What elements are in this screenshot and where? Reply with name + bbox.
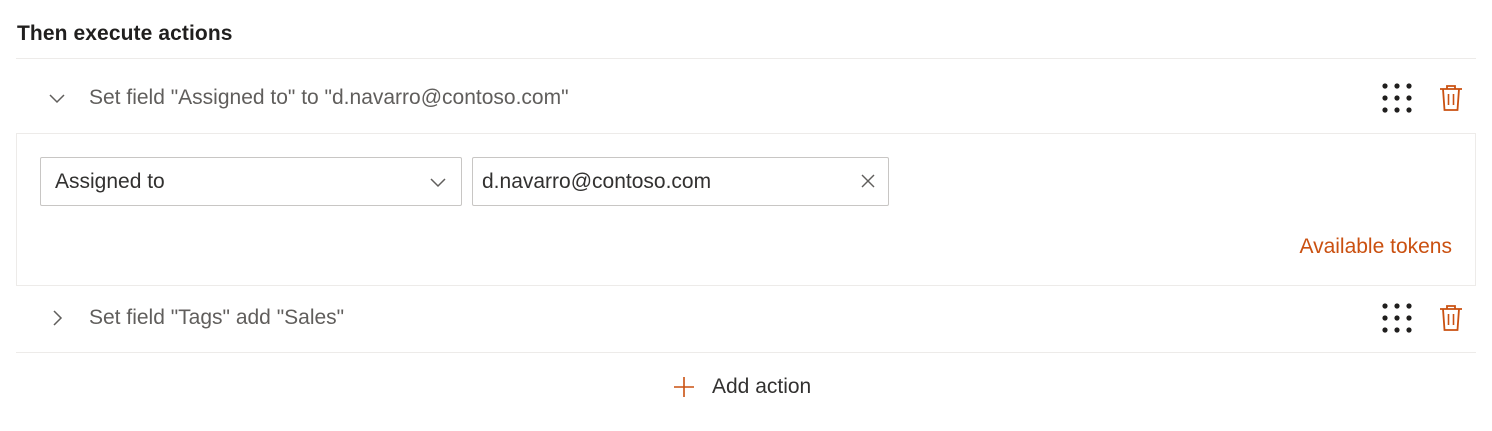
drag-handle-icon[interactable] — [1380, 301, 1414, 335]
add-action-label: Add action — [712, 375, 812, 398]
available-tokens-link[interactable]: Available tokens — [1299, 235, 1452, 259]
action-row-assigned-to[interactable]: Set field "Assigned to" to "d.navarro@co… — [16, 62, 1476, 134]
trash-icon[interactable] — [1438, 303, 1464, 333]
action-row-tags[interactable]: Set field "Tags" add "Sales" — [16, 282, 1476, 354]
action-editor-panel: Assigned to Available tokens — [16, 133, 1476, 286]
chevron-down-icon[interactable] — [46, 87, 68, 109]
chevron-right-icon[interactable] — [46, 307, 68, 329]
add-action-button[interactable]: Add action — [672, 370, 811, 404]
plus-icon — [672, 375, 696, 399]
field-select-dropdown[interactable]: Assigned to — [40, 157, 462, 206]
field-value-input[interactable] — [482, 169, 842, 194]
section-title: Then execute actions — [17, 22, 233, 45]
chevron-down-icon — [428, 172, 448, 192]
top-divider — [16, 58, 1476, 59]
close-icon[interactable] — [860, 173, 876, 189]
field-value-container — [472, 157, 889, 206]
field-select-value: Assigned to — [55, 169, 165, 193]
action-title: Set field "Tags" add "Sales" — [89, 306, 345, 329]
action-title: Set field "Assigned to" to "d.navarro@co… — [89, 86, 569, 109]
drag-handle-icon[interactable] — [1380, 81, 1414, 115]
trash-icon[interactable] — [1438, 83, 1464, 113]
bottom-divider — [16, 352, 1476, 353]
